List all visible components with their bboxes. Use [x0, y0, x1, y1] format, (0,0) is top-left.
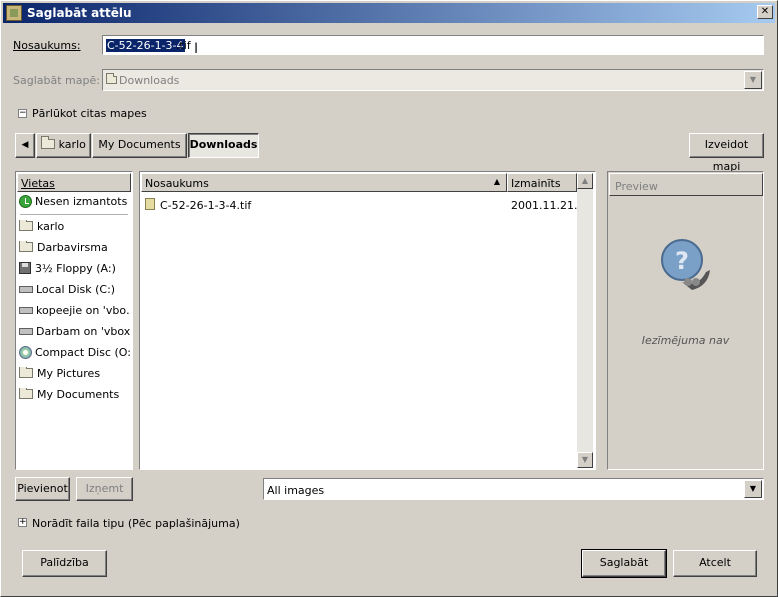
- text-cursor-icon: I: [194, 41, 199, 57]
- filename-extension-text: .tif: [176, 39, 191, 52]
- cancel-button[interactable]: Atcelt: [673, 550, 757, 577]
- column-name-label: Nosaukums: [145, 177, 209, 190]
- place-recent[interactable]: Nesen izmantots: [19, 195, 131, 215]
- files-pane: Nosaukums ▲ Izmainīts C-52-26-1-3-4.tif …: [139, 171, 596, 470]
- close-button[interactable]: ✕: [757, 5, 773, 19]
- places-header[interactable]: Vietas: [17, 173, 131, 192]
- places-pane: Vietas Nesen izmantots karlo Darbavirsma…: [15, 171, 133, 470]
- filename-input[interactable]: C-52-26-1-3-4 .tif: [102, 35, 764, 55]
- file-row[interactable]: C-52-26-1-3-4.tif 2001.11.21.: [141, 196, 577, 214]
- place-label: Darbam on 'vbox…: [36, 325, 131, 338]
- place-floppy[interactable]: 3½ Floppy (A:): [19, 262, 131, 282]
- crumb-label: My Documents: [98, 138, 181, 151]
- scroll-down-icon[interactable]: ▼: [577, 452, 593, 468]
- place-network-kopeejie[interactable]: kopeejie on 'vbo…: [19, 304, 131, 324]
- no-preview-icon: ?: [661, 239, 710, 290]
- name-label-text: Nosaukums:: [13, 39, 81, 52]
- file-name: C-52-26-1-3-4.tif: [160, 199, 252, 212]
- chevron-down-icon: ▼: [744, 71, 762, 89]
- file-modified: 2001.11.21.: [511, 199, 578, 212]
- folder-icon: [106, 73, 117, 84]
- place-label: kopeejie on 'vbo…: [36, 304, 131, 317]
- folder-icon: [41, 136, 56, 149]
- crumb-karlo[interactable]: karlo: [36, 133, 91, 158]
- folder-icon: [19, 367, 33, 378]
- place-label: My Pictures: [37, 367, 101, 380]
- file-type-toggle[interactable]: Norādīt faila tipu (Pēc paplašinājuma): [32, 517, 240, 530]
- filename-selected-text: C-52-26-1-3-4: [106, 39, 185, 52]
- file-filter-combo[interactable]: All images ▼: [263, 478, 764, 500]
- add-place-button[interactable]: Pievienot: [15, 477, 70, 501]
- preview-header: Preview: [609, 173, 763, 196]
- recent-icon: [19, 195, 32, 208]
- places-header-text: Vietas: [21, 177, 55, 190]
- place-label: Darbavirsma: [37, 241, 108, 254]
- place-local-disk[interactable]: Local Disk (C:): [19, 283, 131, 303]
- save-folder-combo: Downloads ▼: [102, 69, 764, 91]
- name-label: Nosaukums:: [13, 39, 81, 52]
- path-back-button[interactable]: ◀: [15, 133, 35, 158]
- crumb-my-documents[interactable]: My Documents: [92, 133, 187, 158]
- place-network-darbam[interactable]: Darbam on 'vbox…: [19, 325, 131, 345]
- crumb-label: karlo: [58, 138, 86, 151]
- title-bar[interactable]: Saglabāt attēlu ✕: [3, 3, 775, 23]
- add-place-label: Pievienot: [17, 482, 68, 495]
- place-karlo[interactable]: karlo: [19, 220, 131, 240]
- save-folder-value: Downloads: [119, 74, 180, 87]
- place-desktop[interactable]: Darbavirsma: [19, 241, 131, 261]
- collapse-icon[interactable]: −: [18, 109, 27, 118]
- chevron-down-icon[interactable]: ▼: [744, 480, 762, 498]
- place-label: Compact Disc (O:): [35, 346, 131, 359]
- cd-icon: [19, 346, 32, 359]
- remove-place-button: Izņemt: [76, 477, 133, 501]
- help-button[interactable]: Palīdzība: [22, 550, 107, 577]
- place-compact-disc[interactable]: Compact Disc (O:): [19, 346, 131, 366]
- crumb-downloads[interactable]: Downloads: [188, 133, 259, 158]
- place-label: Nesen izmantots: [35, 195, 128, 208]
- place-label: 3½ Floppy (A:): [35, 262, 116, 275]
- app-icon: [6, 5, 22, 21]
- column-header-modified[interactable]: Izmainīts: [507, 173, 577, 192]
- folder-icon: [19, 241, 33, 252]
- file-filter-value: All images: [267, 484, 325, 497]
- window-title: Saglabāt attēlu: [27, 6, 132, 20]
- floppy-icon: [19, 262, 31, 274]
- chevron-left-icon: ◀: [21, 140, 29, 150]
- expand-icon[interactable]: +: [18, 518, 27, 527]
- folder-icon: [19, 220, 33, 231]
- files-scrollbar[interactable]: ▲ ▼: [577, 173, 593, 468]
- no-preview-text: Iezīmējuma nav: [641, 334, 730, 347]
- crumb-label: Downloads: [189, 138, 258, 151]
- network-drive-icon: [19, 328, 33, 335]
- network-drive-icon: [19, 307, 33, 314]
- browse-other-folders-toggle[interactable]: Pārlūkot citas mapes: [32, 107, 147, 120]
- place-label: karlo: [37, 220, 65, 233]
- preview-pane: Preview ? Iezīmējuma nav: [607, 171, 764, 470]
- column-header-name[interactable]: Nosaukums ▲: [141, 173, 507, 192]
- cancel-label: Atcelt: [699, 556, 731, 569]
- save-button[interactable]: Saglabāt: [581, 549, 667, 578]
- folder-icon: [19, 388, 33, 399]
- remove-place-label: Izņemt: [85, 482, 124, 495]
- place-my-documents[interactable]: My Documents: [19, 388, 131, 408]
- drive-icon: [19, 286, 33, 293]
- create-folder-label: Izveidot mapi: [704, 138, 749, 173]
- save-folder-label: Saglabāt mapē:: [13, 74, 100, 87]
- save-image-dialog: Saglabāt attēlu ✕ Nosaukums: C-52-26-1-3…: [0, 0, 778, 597]
- svg-text:?: ?: [675, 247, 689, 275]
- place-my-pictures[interactable]: My Pictures: [19, 367, 131, 387]
- save-label: Saglabāt: [599, 556, 649, 569]
- place-label: Local Disk (C:): [36, 283, 116, 296]
- place-label: My Documents: [37, 388, 120, 401]
- sort-ascending-icon: ▲: [493, 177, 500, 186]
- scroll-up-icon[interactable]: ▲: [577, 173, 593, 189]
- image-file-icon: [145, 198, 155, 210]
- create-folder-button[interactable]: Izveidot mapi: [689, 133, 764, 173]
- help-label: Palīdzība: [40, 556, 89, 569]
- column-modified-label: Izmainīts: [511, 177, 561, 190]
